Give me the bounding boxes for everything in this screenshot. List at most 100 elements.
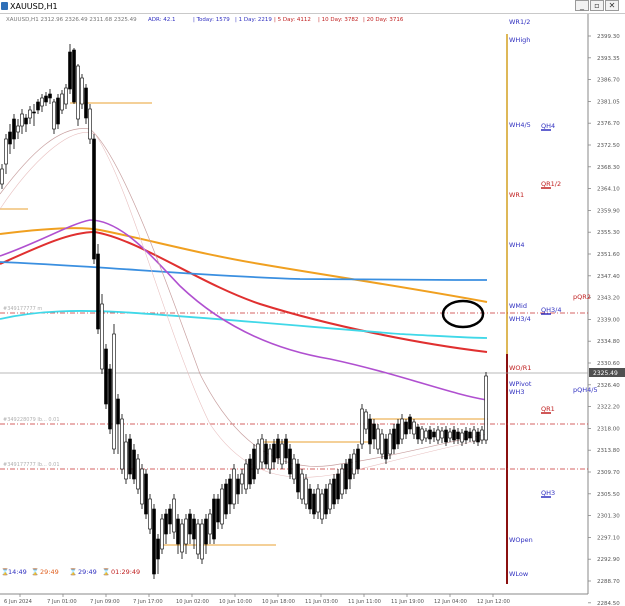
candle-body <box>76 65 80 120</box>
price-tick-label: 2376.70 <box>597 121 620 127</box>
candle-body <box>404 421 408 435</box>
candle-body <box>100 303 104 370</box>
candle-body <box>312 493 316 515</box>
timer-2: 29:49 <box>40 568 59 576</box>
time-label: 10 Jun 10:00 <box>219 599 252 605</box>
candle-body <box>272 443 276 463</box>
price-chart[interactable]: XAUUSD,H1 2312.96 2326.49 2311.68 2325.4… <box>0 14 625 606</box>
candle-body <box>168 508 172 525</box>
candle-body <box>252 448 256 480</box>
close-button[interactable]: ✕ <box>605 0 619 11</box>
price-tick-label: 2393.35 <box>597 56 620 62</box>
candle-body <box>364 411 368 430</box>
time-label: 10 Jun 18:00 <box>262 599 295 605</box>
quarter-pivot-label: QR1 <box>541 405 555 413</box>
candle-body <box>216 498 220 523</box>
candle-body <box>260 438 264 463</box>
price-tick-label: 2305.50 <box>597 492 620 498</box>
price-tick-label: 2301.30 <box>597 514 620 520</box>
day20-range-label: | 20 Day: 3716 <box>363 17 404 23</box>
candle-body <box>408 416 412 430</box>
adr-label: ADR: 42.1 <box>148 17 176 23</box>
candle-body <box>248 458 252 485</box>
price-tick-label: 2372.50 <box>597 143 620 149</box>
price-tick-label: 2292.90 <box>597 557 620 563</box>
candle-body <box>320 493 324 520</box>
minimize-button[interactable]: _ <box>575 0 589 11</box>
price-tick-label: 2368.30 <box>597 165 620 171</box>
weekly-pivot-label: WHigh <box>509 36 530 44</box>
candle-body <box>72 49 76 103</box>
candle-body <box>456 431 460 440</box>
price-tick-label: 2309.70 <box>597 470 620 476</box>
candle-body <box>36 101 40 111</box>
candle-body <box>288 448 292 475</box>
candle-body <box>24 117 28 125</box>
candle-body <box>380 433 384 455</box>
candle-body <box>132 449 136 480</box>
time-label: 6 Jun 2024 <box>4 599 33 605</box>
order-level-upper-tag: #349177777 m <box>3 306 42 312</box>
candle-body <box>60 93 64 111</box>
candle-body <box>268 448 272 470</box>
svg-text:⌛: ⌛ <box>31 568 39 576</box>
candle-body <box>316 488 320 513</box>
candle-body <box>196 523 200 555</box>
weekly-pivot-label: WR1/2 <box>509 18 530 26</box>
candle-body <box>416 426 420 440</box>
candle-body <box>448 431 452 439</box>
candle-body <box>88 108 92 140</box>
price-tick-label: 2351.60 <box>597 252 620 258</box>
candle-body <box>444 429 448 443</box>
candle-body <box>144 473 148 515</box>
candle-body <box>0 168 4 185</box>
candle-body <box>328 483 332 510</box>
quarter-pivot-label: QH3/4 <box>541 306 561 314</box>
candle-body <box>16 125 20 133</box>
candle-body <box>172 498 176 533</box>
candle-body <box>64 87 68 105</box>
candle-body <box>412 421 416 435</box>
candle-body <box>148 498 152 530</box>
price-tick-label: 2313.80 <box>597 448 620 454</box>
day1-range-label: | 1 Day: 2219 <box>235 17 272 23</box>
candle-body <box>84 87 88 119</box>
time-label: 12 Jun 04:00 <box>434 599 467 605</box>
day5-range-label: | 5 Day: 4112 <box>274 17 311 23</box>
price-tick-label: 2381.05 <box>597 99 620 105</box>
candle-body <box>300 473 304 500</box>
candle-body <box>304 478 308 505</box>
candle-body <box>192 518 196 540</box>
price-tick-label: 2297.10 <box>597 535 620 541</box>
candle-body <box>56 97 60 125</box>
candle-body <box>428 429 432 440</box>
candle-body <box>128 438 132 475</box>
restore-button[interactable]: ▫ <box>590 0 604 11</box>
price-tick-label: 2386.70 <box>597 78 620 84</box>
candle-body <box>436 429 440 441</box>
price-tick-label: 2359.90 <box>597 208 620 214</box>
candle-body <box>284 438 288 459</box>
weekly-pivot-label: WH4 <box>509 241 524 249</box>
day10-range-label: | 10 Day: 3782 <box>318 17 358 23</box>
candle-body <box>44 95 48 103</box>
candle-body <box>352 453 356 475</box>
price-tick-label: 2330.60 <box>597 361 620 367</box>
candle-body <box>156 538 160 560</box>
candle-body <box>244 463 248 490</box>
weekly-pivot-label: WH3/4 <box>509 315 531 323</box>
candle-body <box>96 253 100 330</box>
time-label: 7 Jun 17:00 <box>133 599 163 605</box>
candle-body <box>420 428 424 441</box>
title-bar: XAUUSD,H1 _ ▫ ✕ <box>0 0 625 14</box>
candle-body <box>8 131 12 145</box>
candle-body <box>220 488 224 525</box>
candle-body <box>484 375 488 441</box>
candle-body <box>152 508 156 575</box>
candle-body <box>280 443 284 465</box>
candle-body <box>224 483 228 515</box>
chart-icon <box>1 2 8 10</box>
window-title: XAUUSD,H1 <box>10 2 58 11</box>
weekly-pivot-label: WH3 <box>509 388 524 396</box>
candle-body <box>480 429 484 441</box>
